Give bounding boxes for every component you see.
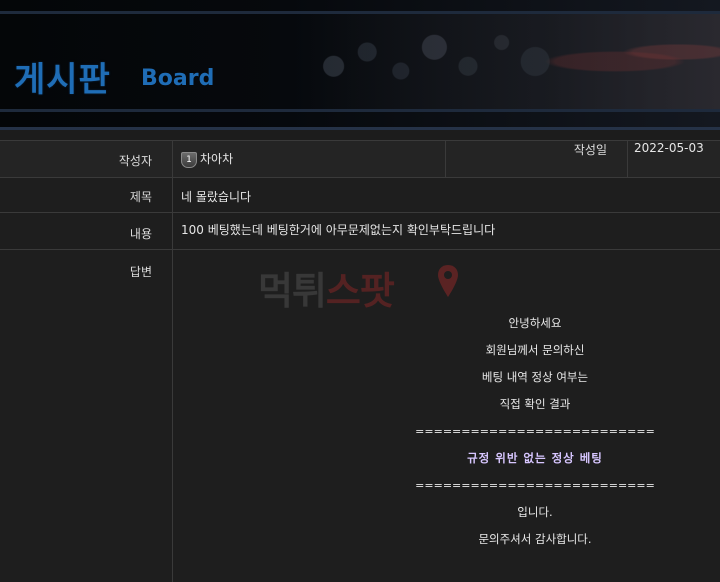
board-banner: 게시판 Board <box>0 0 720 130</box>
content-row: 내용 100 베팅했는데 베팅한거에 아무문제없는지 확인부탁드립니다 <box>0 212 720 250</box>
post-date: 2022-05-03 <box>634 141 704 155</box>
date-label-cell: 작성일 <box>446 141 628 178</box>
banner-background-image <box>300 14 720 109</box>
reply-separator: ========================== <box>415 425 655 438</box>
watermark-text-1: 먹튀 <box>258 269 327 313</box>
board-post-page: 게시판 Board 작성자 1 차아차 작성일 2022-05-03 제목 네 몰… <box>0 0 720 582</box>
reply-line: 입니다. <box>517 505 553 519</box>
reply-label: 답변 <box>129 265 152 279</box>
post-content: 100 베팅했는데 베팅한거에 아무문제없는지 확인부탁드립니다 <box>181 223 496 237</box>
subject-label: 제목 <box>129 190 152 204</box>
watermark-text-2: 스팟 <box>325 269 395 313</box>
content-value-cell: 100 베팅했는데 베팅한거에 아무문제없는지 확인부탁드립니다 <box>173 213 720 250</box>
author-label-cell: 작성자 <box>0 141 173 178</box>
content-label-cell: 내용 <box>0 213 173 250</box>
subject-value-cell: 네 몰랐습니다 <box>173 178 720 213</box>
watermark-logo: 먹튀스팟 <box>258 260 395 315</box>
reply-result-highlight: 규정 위반 없는 정상 베팅 <box>467 451 603 465</box>
author-name[interactable]: 차아차 <box>200 152 233 166</box>
reply-line: 직접 확인 결과 <box>499 397 571 411</box>
reply-line: 안녕하세요 <box>508 316 562 330</box>
banner-divider-bottom <box>0 109 720 112</box>
author-value-cell: 1 차아차 <box>173 141 446 178</box>
banner-title: 게시판 <box>14 60 111 100</box>
reply-body: 안녕하세요 회원님께서 문의하신 베팅 내역 정상 여부는 직접 확인 결과 =… <box>350 310 720 553</box>
reply-separator: ========================== <box>415 479 655 492</box>
banner-divider-accent <box>0 127 720 130</box>
post-subject: 네 몰랐습니다 <box>181 190 252 204</box>
author-date-row: 작성자 1 차아차 작성일 2022-05-03 <box>0 140 720 178</box>
date-label: 작성일 <box>573 143 607 157</box>
reply-line: 베팅 내역 정상 여부는 <box>481 370 589 384</box>
content-label: 내용 <box>129 227 152 241</box>
banner-subtitle: Board <box>141 66 215 91</box>
reply-label-cell: 답변 <box>0 250 173 582</box>
author[interactable]: 1 차아차 <box>181 150 233 168</box>
reply-line: 회원님께서 문의하신 <box>485 343 585 357</box>
reply-line: 문의주셔서 감사합니다. <box>478 532 592 546</box>
subject-label-cell: 제목 <box>0 178 173 213</box>
date-value-cell: 2022-05-03 <box>628 141 720 178</box>
subject-row: 제목 네 몰랐습니다 <box>0 177 720 213</box>
level-badge-icon: 1 <box>181 151 197 168</box>
location-pin-icon <box>438 265 458 297</box>
author-label: 작성자 <box>118 154 152 168</box>
